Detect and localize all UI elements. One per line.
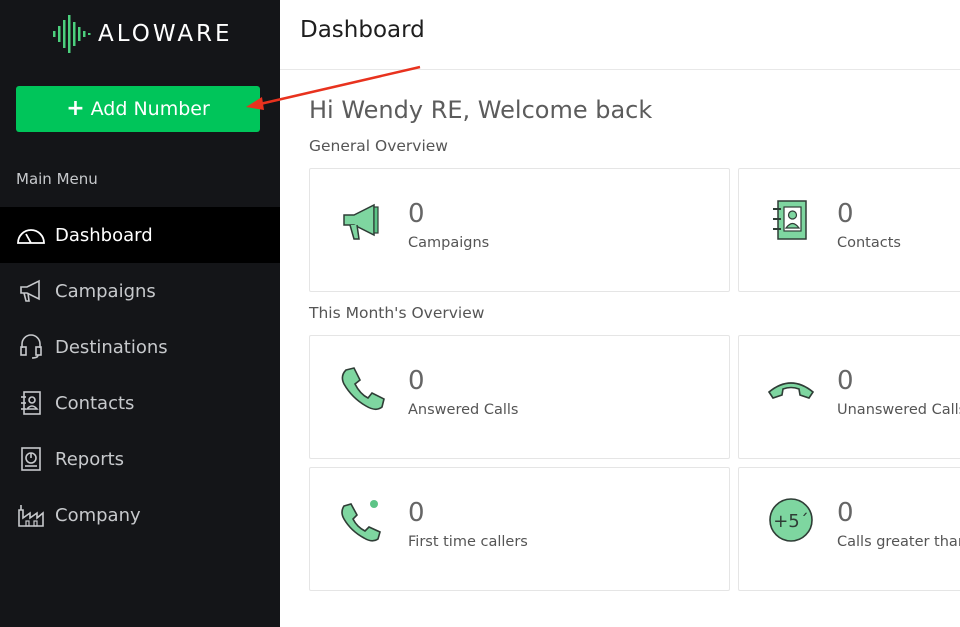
megaphone-icon [16, 278, 46, 304]
plus-icon: + [66, 96, 85, 121]
sidebar-item-label: Company [55, 504, 141, 526]
report-icon [16, 446, 46, 472]
campaigns-stat-card[interactable]: 0 Campaigns [309, 168, 730, 292]
sidebar-item-dashboard[interactable]: Dashboard [0, 207, 280, 263]
first-time-callers-stat-card[interactable]: 0 First time callers [309, 467, 730, 591]
general-overview-heading: General Overview [309, 137, 448, 155]
stat-label: Calls greater than [837, 534, 960, 550]
logo-text: ALOWARE [98, 21, 233, 47]
megaphone-icon [343, 203, 379, 240]
phone-icon [341, 367, 385, 411]
page-title: Dashboard [300, 17, 425, 43]
stat-label: Contacts [837, 235, 901, 251]
plus-five-minutes-icon: +5´ [769, 498, 813, 542]
unanswered-calls-stat-card[interactable]: 0 Unanswered Calls [738, 335, 960, 459]
stat-label: Unanswered Calls [837, 402, 960, 418]
sidebar-item-label: Dashboard [55, 224, 153, 246]
stat-value: 0 [408, 199, 425, 229]
factory-icon [16, 502, 46, 528]
contacts-stat-card[interactable]: 0 Contacts [738, 168, 960, 292]
add-number-label: Add Number [90, 98, 210, 120]
add-number-button[interactable]: + Add Number [16, 86, 260, 132]
stat-value: 0 [408, 366, 425, 396]
contact-book-icon [773, 200, 807, 240]
dashboard-gauge-icon [16, 222, 46, 248]
headset-icon [16, 334, 46, 360]
aloware-logo[interactable]: ALOWARE [52, 14, 233, 54]
welcome-message: Hi Wendy RE, Welcome back [309, 96, 653, 124]
main-menu-heading: Main Menu [16, 170, 98, 188]
stat-label: Answered Calls [408, 402, 519, 418]
phone-new-icon [341, 500, 381, 542]
hang-up-icon [767, 382, 815, 399]
plus-five-text: +5´ [773, 511, 809, 532]
stat-value: 0 [837, 498, 854, 528]
stat-value: 0 [408, 498, 425, 528]
sidebar-item-reports[interactable]: Reports [0, 431, 280, 487]
main-menu: Dashboard Campaigns Destinations Contact… [0, 207, 280, 543]
sidebar-item-label: Reports [55, 448, 125, 470]
top-bar: Dashboard [280, 0, 960, 70]
sidebar-item-label: Destinations [55, 336, 168, 358]
sidebar-item-label: Campaigns [55, 280, 156, 302]
sidebar-item-contacts[interactable]: Contacts [0, 375, 280, 431]
stat-value: 0 [837, 199, 854, 229]
sidebar: ALOWARE + Add Number Main Menu Dashboard… [0, 0, 280, 627]
sidebar-item-label: Contacts [55, 392, 135, 414]
answered-calls-stat-card[interactable]: 0 Answered Calls [309, 335, 730, 459]
stat-value: 0 [837, 366, 854, 396]
stat-label: First time callers [408, 534, 528, 550]
sidebar-item-campaigns[interactable]: Campaigns [0, 263, 280, 319]
calls-greater-than-stat-card[interactable]: +5´ 0 Calls greater than [738, 467, 960, 591]
sidebar-item-destinations[interactable]: Destinations [0, 319, 280, 375]
month-overview-heading: This Month's Overview [309, 304, 485, 322]
stat-label: Campaigns [408, 235, 490, 251]
contact-book-icon [16, 390, 46, 416]
waveform-logo-icon [53, 15, 91, 53]
sidebar-item-company[interactable]: Company [0, 487, 280, 543]
